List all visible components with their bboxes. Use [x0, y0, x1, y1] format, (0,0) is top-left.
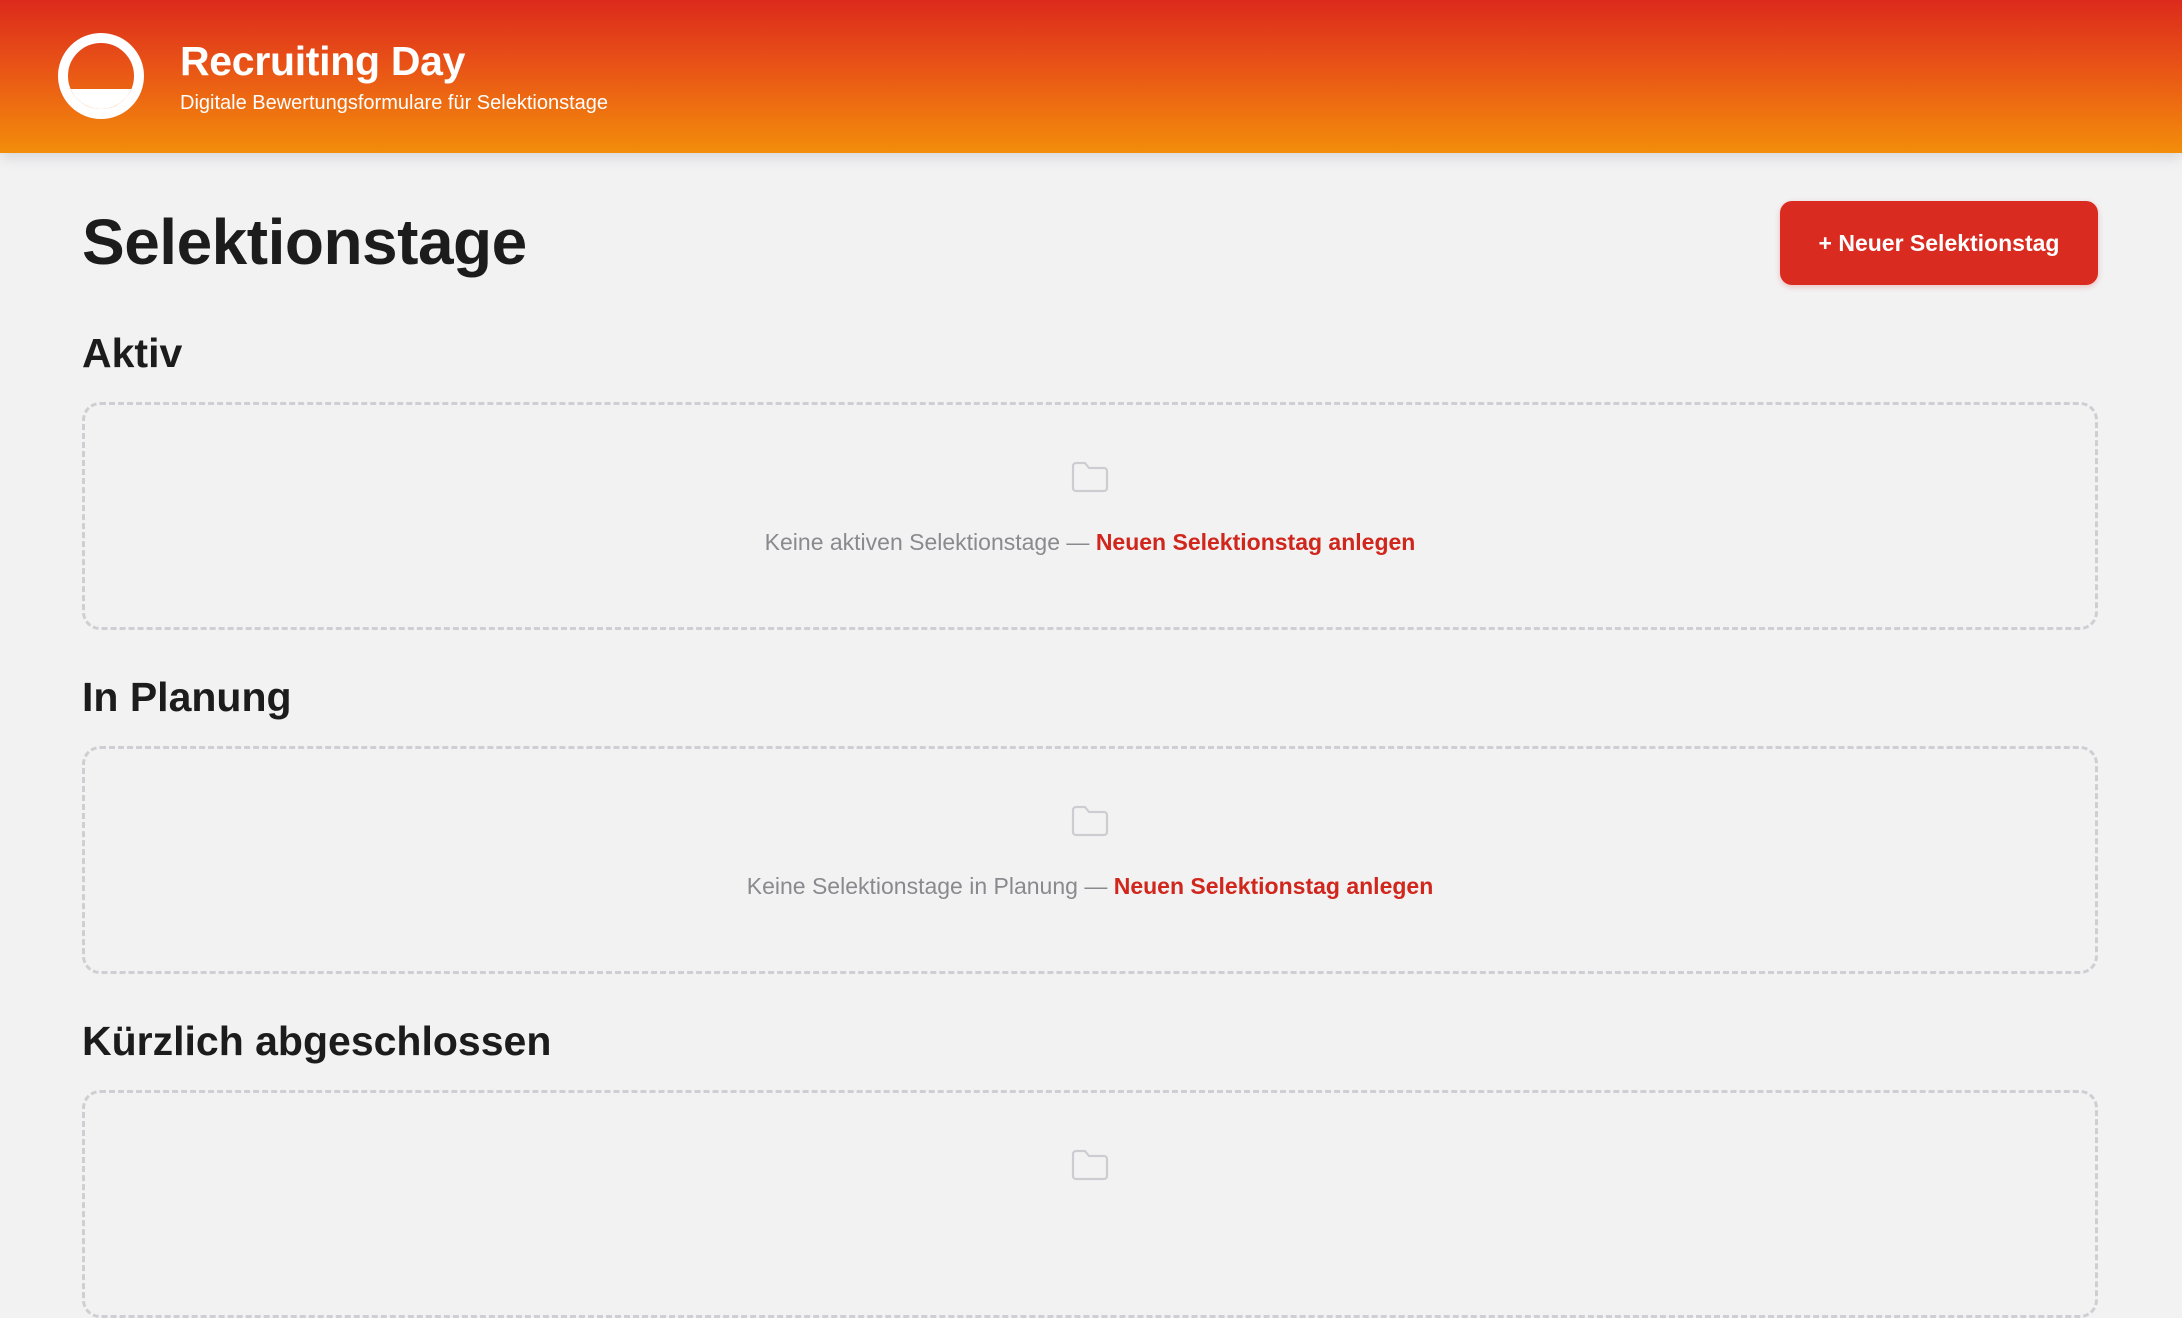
empty-state-text: Keine aktiven Selektionstage — [764, 529, 1090, 555]
folder-icon [1071, 461, 1109, 493]
folder-icon [1071, 805, 1109, 837]
app-title: Recruiting Day [180, 38, 466, 84]
section-heading-kuerzlich-abgeschlossen: Kürzlich abgeschlossen [82, 1018, 552, 1064]
section-heading-in-planung: In Planung [82, 674, 292, 720]
section-heading-aktiv: Aktiv [82, 330, 183, 376]
create-selektionstag-link[interactable]: Neuen Selektionstag anlegen [1096, 529, 1416, 555]
new-selektionstag-button[interactable]: + Neuer Selektionstag [1780, 201, 2098, 285]
page-title: Selektionstage [82, 206, 527, 278]
half-circle-logo-icon[interactable] [58, 33, 144, 119]
empty-state-message: Keine Selektionstage in Planung — Neuen … [85, 873, 2095, 900]
empty-state-aktiv: Keine aktiven Selektionstage — Neuen Sel… [82, 402, 2098, 630]
empty-state-message: Keine aktiven Selektionstage — Neuen Sel… [85, 529, 2095, 556]
empty-state-text: Keine Selektionstage in Planung — [746, 873, 1108, 899]
app-subtitle: Digitale Bewertungsformulare für Selekti… [180, 92, 608, 114]
empty-state-in-planung: Keine Selektionstage in Planung — Neuen … [82, 746, 2098, 974]
folder-icon [1071, 1149, 1109, 1181]
empty-state-kuerzlich-abgeschlossen [82, 1090, 2098, 1318]
app-header: Recruiting Day Digitale Bewertungsformul… [0, 0, 2182, 153]
create-selektionstag-link[interactable]: Neuen Selektionstag anlegen [1114, 873, 1434, 899]
logo-fill [68, 89, 134, 109]
